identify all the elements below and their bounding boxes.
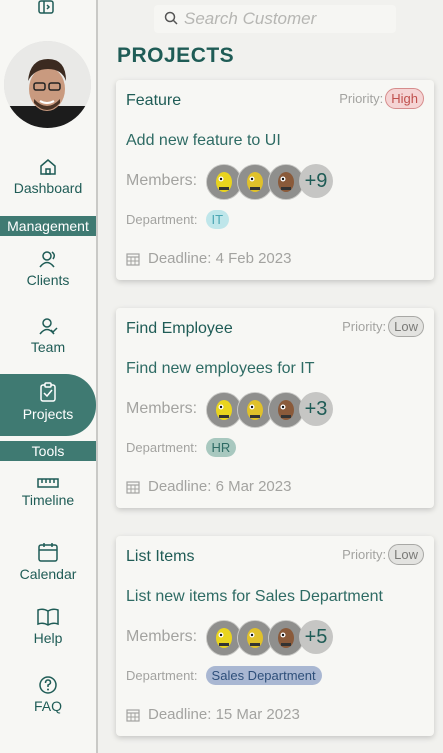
department-tag: IT xyxy=(205,210,230,229)
nav-dashboard[interactable]: Dashboard xyxy=(0,158,96,218)
project-title: List Items xyxy=(126,548,195,565)
department-label: Department: xyxy=(126,212,198,227)
search-icon xyxy=(164,11,178,25)
deadline-label: Deadline: xyxy=(148,250,212,267)
nav-help-label: Help xyxy=(33,630,63,646)
nav-calendar[interactable]: Calendar xyxy=(0,542,96,602)
sidebar: Dashboard Management Clients Team Projec… xyxy=(0,0,98,753)
priority: Priority: Low xyxy=(342,316,424,337)
member-avatars[interactable]: +9 xyxy=(206,164,346,200)
nav-timeline[interactable]: Timeline xyxy=(0,478,96,538)
section-management: Management xyxy=(0,216,96,236)
clipboard-check-icon xyxy=(40,382,56,402)
department-label: Department: xyxy=(126,440,198,455)
calendar-icon xyxy=(38,543,58,562)
priority-badge: High xyxy=(385,88,424,109)
nav-team[interactable]: Team xyxy=(0,317,96,377)
book-icon xyxy=(37,608,59,626)
members-label: Members: xyxy=(126,628,198,645)
search-bar[interactable]: Search Customer xyxy=(154,5,396,33)
project-card[interactable]: Find Employee Priority: Low Find new employ… xyxy=(116,308,434,508)
more-members-count[interactable]: +9 xyxy=(299,164,333,198)
priority-label: Priority: xyxy=(339,91,384,106)
more-members-count[interactable]: +3 xyxy=(299,392,333,426)
members-label: Members: xyxy=(126,400,198,417)
deadline-date: 15 Mar 2023 xyxy=(215,706,300,723)
question-circle-icon xyxy=(39,676,57,694)
team-icon xyxy=(39,318,58,335)
calendar-icon xyxy=(126,709,140,722)
department-label: Department: xyxy=(126,668,198,683)
project-description: Find new employees for IT xyxy=(126,360,315,377)
priority: Priority: Low xyxy=(342,544,424,565)
users-icon xyxy=(39,251,56,268)
project-description: Add new feature to UI xyxy=(126,132,281,149)
members-label: Members: xyxy=(126,172,198,189)
member-avatars[interactable]: +3 xyxy=(206,392,346,428)
priority: Priority: High xyxy=(339,88,424,109)
page-title: PROJECTS xyxy=(117,44,235,67)
department-row: Department: HR xyxy=(126,438,237,457)
priority-label: Priority: xyxy=(342,319,387,334)
nav-clients-label: Clients xyxy=(26,272,70,288)
deadline-row: Deadline: 15 Mar 2023 xyxy=(126,706,300,723)
nav-faq-label: FAQ xyxy=(33,698,62,714)
priority-badge: Low xyxy=(388,544,424,565)
department-row: Department: Sales Department xyxy=(126,666,322,685)
more-members-count[interactable]: +5 xyxy=(299,620,333,654)
section-tools: Tools xyxy=(0,441,96,461)
deadline-label: Deadline: xyxy=(148,478,212,495)
member-avatars[interactable]: +5 xyxy=(206,620,346,656)
nav-help[interactable]: Help xyxy=(0,608,96,668)
ruler-icon xyxy=(37,478,59,488)
deadline-date: 4 Feb 2023 xyxy=(215,250,292,267)
home-icon xyxy=(40,159,56,175)
deadline-row: Deadline: 6 Mar 2023 xyxy=(126,478,291,495)
deadline-date: 6 Mar 2023 xyxy=(215,478,292,495)
sidebar-toggle-icon[interactable] xyxy=(38,0,54,14)
calendar-icon xyxy=(126,253,140,266)
department-tag: Sales Department xyxy=(205,666,322,685)
search-input[interactable]: Search Customer xyxy=(184,9,316,29)
department-tag: HR xyxy=(205,438,237,457)
project-card[interactable]: List Items Priority: Low List new items for… xyxy=(116,536,434,736)
department-row: Department: IT xyxy=(126,210,230,229)
project-title: Feature xyxy=(126,92,182,109)
nav-dashboard-label: Dashboard xyxy=(13,180,83,196)
deadline-label: Deadline: xyxy=(148,706,212,723)
nav-clients[interactable]: Clients xyxy=(0,250,96,310)
nav-projects-label: Projects xyxy=(22,406,74,422)
deadline-row: Deadline: 4 Feb 2023 xyxy=(126,250,291,267)
nav-faq[interactable]: FAQ xyxy=(0,676,96,736)
nav-team-label: Team xyxy=(30,339,66,355)
project-card[interactable]: Feature Priority: High Add new feature to U… xyxy=(116,80,434,280)
user-avatar[interactable] xyxy=(4,41,91,128)
nav-calendar-label: Calendar xyxy=(19,566,77,582)
nav-timeline-label: Timeline xyxy=(21,492,75,508)
nav-projects[interactable]: Projects xyxy=(0,374,96,436)
calendar-icon xyxy=(126,481,140,494)
priority-label: Priority: xyxy=(342,547,387,562)
project-title: Find Employee xyxy=(126,320,233,337)
priority-badge: Low xyxy=(388,316,424,337)
project-description: List new items for Sales Department xyxy=(126,588,383,605)
